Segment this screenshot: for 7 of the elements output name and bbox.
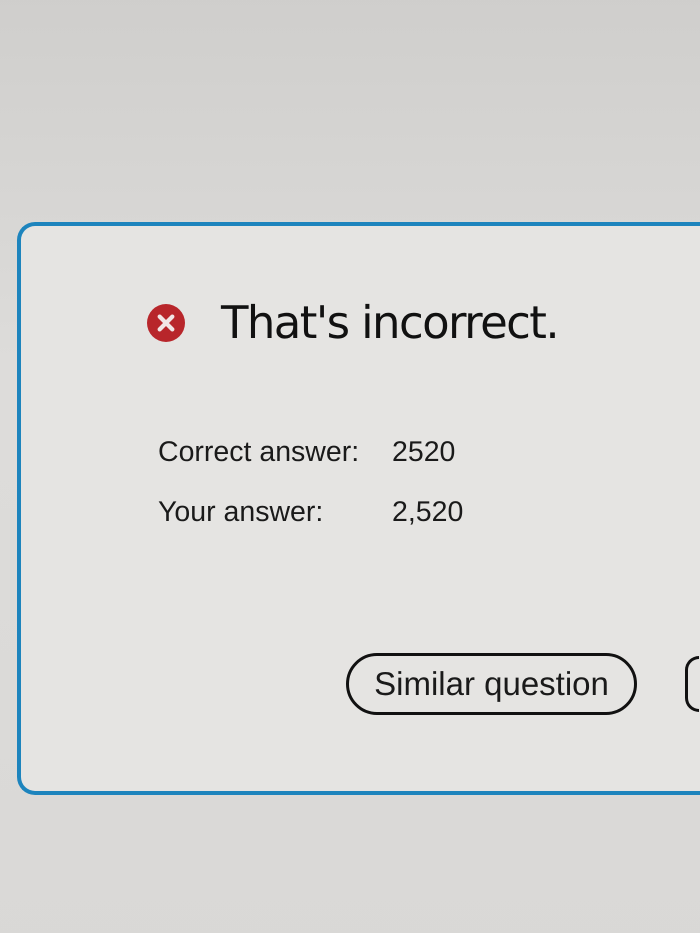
similar-question-button[interactable]: Similar question [346,653,637,715]
answer-label: Your answer: [158,495,324,530]
cut-off-button[interactable] [685,656,699,712]
answer-value: 2520 [392,435,456,470]
result-title: That's incorrect. [221,296,558,350]
answer-label: Correct answer: [158,435,360,470]
answer-value: 2,520 [392,495,464,530]
